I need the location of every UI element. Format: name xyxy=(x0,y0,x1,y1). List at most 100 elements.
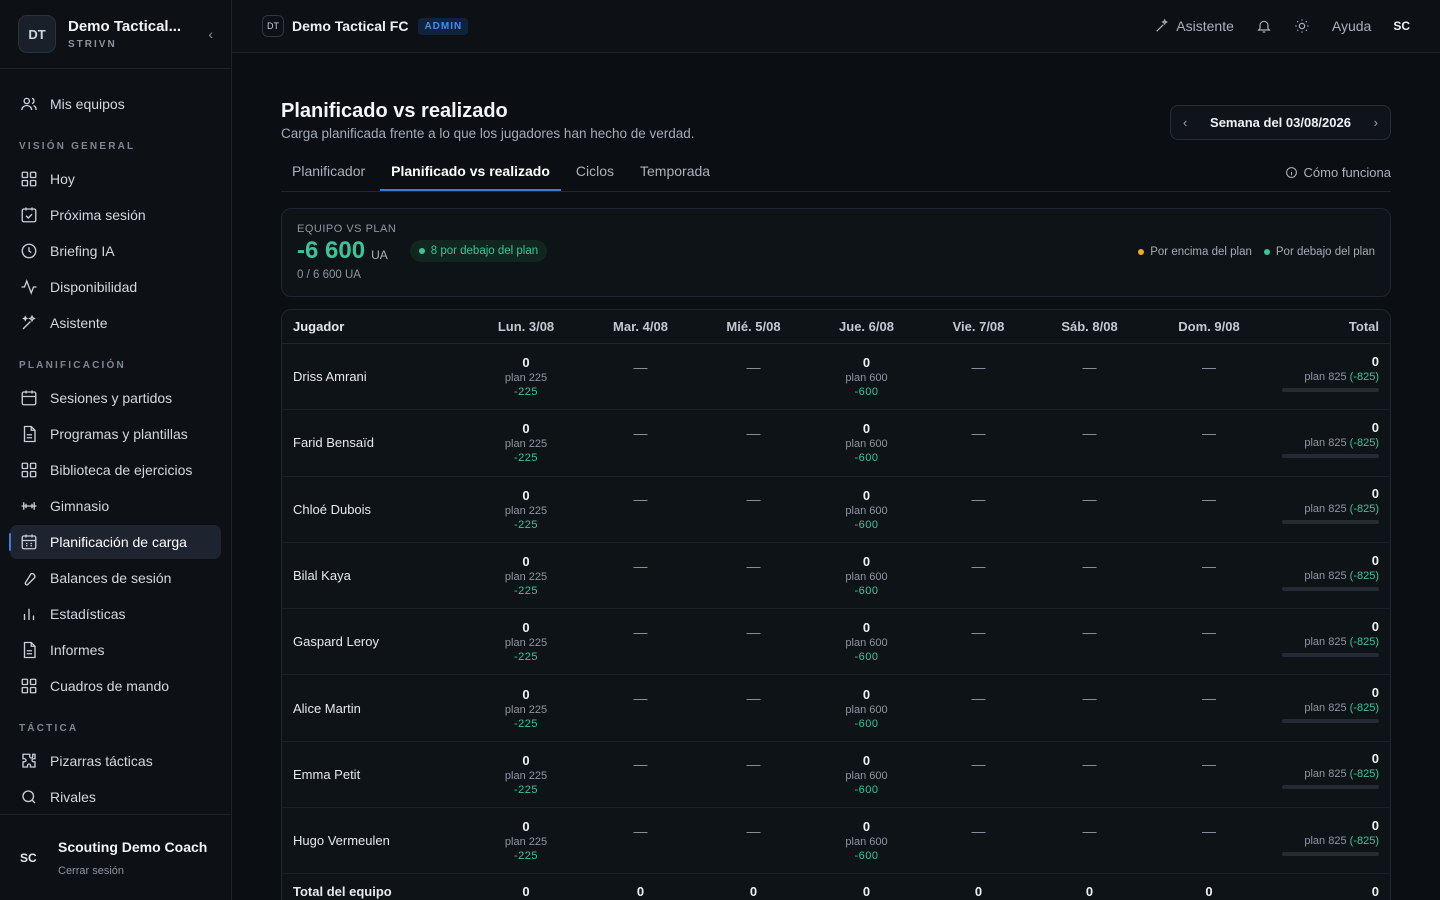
tab-planificado-vs-realizado[interactable]: Planificado vs realizado xyxy=(380,153,561,191)
sidebar-item-briefing-ia[interactable]: Briefing IA xyxy=(10,234,221,268)
col-header-sun: Dom. 9/08 xyxy=(1178,319,1240,334)
sidebar-item-informes[interactable]: Informes xyxy=(10,633,221,667)
sidebar-item-balances[interactable]: Balances de sesión xyxy=(10,561,221,595)
total-value: 0 xyxy=(1371,618,1379,634)
day-cell: 0 plan 600 -600 xyxy=(810,753,923,796)
logout-link[interactable]: Cerrar sesión xyxy=(58,865,207,877)
help-link[interactable]: Ayuda xyxy=(1332,18,1371,34)
sidebar-item-mis-equipos[interactable]: Mis equipos xyxy=(10,87,221,121)
cell-delta: -600 xyxy=(854,585,879,598)
total-value: 0 xyxy=(1371,486,1379,502)
how-it-works-link[interactable]: Cómo funciona xyxy=(1285,153,1391,180)
next-week-icon[interactable]: › xyxy=(1374,115,1378,130)
team-summary-card: EQUIPO VS PLAN -6 600 UA 8 por debajo de… xyxy=(281,208,1391,297)
player-name[interactable]: Driss Amrani xyxy=(282,369,468,384)
sidebar-item-sesiones[interactable]: Sesiones y partidos xyxy=(10,381,221,415)
sidebar-item-gimnasio[interactable]: Gimnasio xyxy=(10,489,221,523)
day-cell: 0 plan 600 -600 xyxy=(810,421,923,464)
activity-icon xyxy=(21,279,37,295)
day-cell: 0 plan 600 -600 xyxy=(810,355,923,398)
team-total-cell: 0 xyxy=(636,884,645,900)
table-row[interactable]: Gaspard Leroy 0 plan 225 -225 — — 0 plan … xyxy=(282,609,1390,676)
day-cell: 0 plan 225 -225 xyxy=(468,554,584,597)
collapse-sidebar-icon[interactable]: ‹ xyxy=(208,26,213,42)
section-title-planificacion: PLANIFICACIÓN xyxy=(19,360,126,371)
tab-temporada[interactable]: Temporada xyxy=(629,153,721,191)
empty-dash: — xyxy=(633,822,648,839)
table-row[interactable]: Hugo Vermeulen 0 plan 225 -225 — — 0 plan… xyxy=(282,808,1390,875)
empty-dash: — xyxy=(1082,623,1097,640)
player-name[interactable]: Chloé Dubois xyxy=(282,502,468,517)
sidebar-item-programas[interactable]: Programas y plantillas xyxy=(10,417,221,451)
player-name[interactable]: Emma Petit xyxy=(282,767,468,782)
sidebar-item-proxima-sesion[interactable]: Próxima sesión xyxy=(10,198,221,232)
summary-label: EQUIPO VS PLAN xyxy=(297,223,397,235)
progress-bar xyxy=(1282,453,1379,458)
sidebar-item-cuadros[interactable]: Cuadros de mando xyxy=(10,669,221,703)
bell-icon[interactable] xyxy=(1256,18,1272,34)
plan-vs-actual-table: Jugador Lun. 3/08 Mar. 4/08 Mié. 5/08 Ju… xyxy=(281,309,1391,900)
tab-ciclos[interactable]: Ciclos xyxy=(565,153,625,191)
wrench-icon xyxy=(24,572,36,586)
prev-week-icon[interactable]: ‹ xyxy=(1183,115,1187,130)
sidebar-item-pizarras[interactable]: Pizarras tácticas xyxy=(10,744,221,778)
sidebar-item-label: Planificación de carga xyxy=(50,534,187,550)
player-name[interactable]: Alice Martin xyxy=(282,701,468,716)
total-cell: 0 plan 825 (-825) xyxy=(1273,354,1390,392)
sidebar-item-biblioteca[interactable]: Biblioteca de ejercicios xyxy=(10,453,221,487)
team-total-cell: 0 xyxy=(1205,884,1213,900)
player-name[interactable]: Bilal Kaya xyxy=(282,568,468,583)
day-cell: 0 plan 225 -225 xyxy=(468,355,584,398)
tab-planificador[interactable]: Planificador xyxy=(281,153,376,191)
empty-dash: — xyxy=(1082,491,1097,508)
empty-dash: — xyxy=(1202,690,1216,707)
sidebar-item-hoy[interactable]: Hoy xyxy=(10,162,221,196)
progress-bar xyxy=(1282,520,1379,525)
sidebar-item-planificacion-carga[interactable]: Planificación de carga xyxy=(9,525,221,559)
sidebar-item-label: Cuadros de mando xyxy=(50,678,170,694)
sidebar-item-label: Biblioteca de ejercicios xyxy=(50,462,193,478)
empty-dash: — xyxy=(746,358,761,375)
cell-plan: plan 225 xyxy=(504,438,548,451)
table-row[interactable]: Farid Bensaïd 0 plan 225 -225 — — 0 plan … xyxy=(282,410,1390,477)
sidebar-item-label: Briefing IA xyxy=(50,243,115,259)
avatar[interactable]: SC xyxy=(1393,19,1410,33)
avatar[interactable]: SC xyxy=(20,851,48,865)
sidebar-item-disponibilidad[interactable]: Disponibilidad xyxy=(10,270,221,304)
sidebar-item-estadisticas[interactable]: Estadísticas xyxy=(10,597,221,631)
empty-dash: — xyxy=(971,756,986,773)
day-cell: 0 plan 600 -600 xyxy=(810,620,923,663)
total-cell: 0 plan 825 (-825) xyxy=(1273,818,1390,856)
sidebar-item-asistente[interactable]: Asistente xyxy=(10,306,221,340)
col-header-tue: Mar. 4/08 xyxy=(613,319,668,334)
empty-dash: — xyxy=(746,557,761,574)
sparkle-icon xyxy=(1156,18,1169,32)
assistant-button[interactable]: Asistente xyxy=(1154,18,1234,34)
empty-dash: — xyxy=(971,623,986,640)
table-row[interactable]: Chloé Dubois 0 plan 225 -225 — — 0 plan 6… xyxy=(282,477,1390,543)
sidebar-item-rivales[interactable]: Rivales xyxy=(10,780,221,814)
summary-value: -6 600 xyxy=(297,237,366,264)
player-name[interactable]: Farid Bensaïd xyxy=(282,435,468,450)
col-header-thu: Jue. 6/08 xyxy=(839,319,894,334)
topbar: DT Demo Tactical FC ADMIN Asistente Ayud… xyxy=(232,0,1440,53)
table-row[interactable]: Driss Amrani 0 plan 225 -225 — — 0 plan 6… xyxy=(282,344,1390,411)
brand-header[interactable]: DT Demo Tactical... STRIVN ‹ xyxy=(0,0,231,69)
total-cell: 0 plan 825 (-825) xyxy=(1273,553,1390,591)
empty-dash: — xyxy=(633,557,648,574)
legend-below: Por debajo del plan xyxy=(1263,246,1375,258)
cell-value: 0 xyxy=(522,819,530,835)
col-header-player[interactable]: Jugador xyxy=(282,319,468,334)
total-cell: 0 plan 825 (-825) xyxy=(1273,751,1390,790)
table-row[interactable]: Alice Martin 0 plan 225 -225 — — 0 plan 6… xyxy=(282,675,1390,742)
player-name[interactable]: Hugo Vermeulen xyxy=(282,833,468,848)
sidebar-item-label: Mis equipos xyxy=(50,96,125,112)
main-content: Planificado vs realizado Carga planifica… xyxy=(232,53,1440,900)
table-row[interactable]: Bilal Kaya 0 plan 225 -225 — — 0 plan 600… xyxy=(282,543,1390,610)
player-name[interactable]: Gaspard Leroy xyxy=(282,634,468,649)
table-row[interactable]: Emma Petit 0 plan 225 -225 — — 0 plan 600… xyxy=(282,742,1390,809)
progress-bar xyxy=(1282,586,1379,591)
theme-toggle-icon[interactable] xyxy=(1294,18,1310,34)
info-icon xyxy=(1285,167,1297,178)
cell-plan: plan 600 xyxy=(845,703,888,716)
